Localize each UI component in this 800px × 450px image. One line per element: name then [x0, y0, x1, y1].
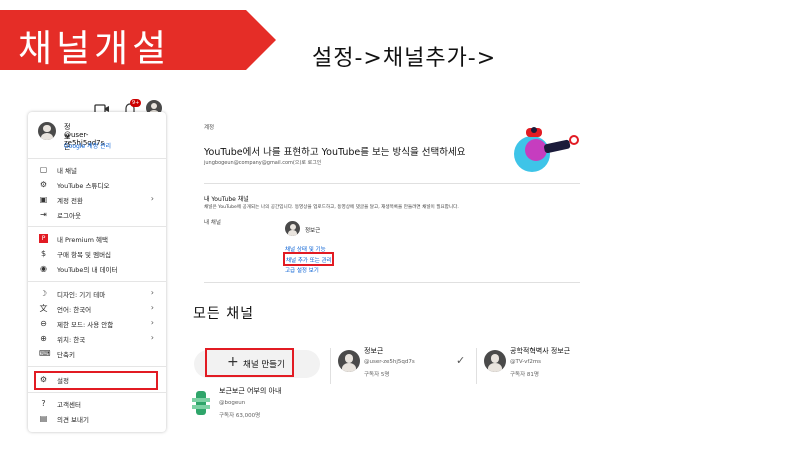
title-banner: 채널개설 [0, 6, 276, 74]
my-channel-avatar [285, 221, 300, 236]
menu-item-location[interactable]: ⊕ 위치: 한국 › [28, 332, 166, 346]
selected-check-icon: ✓ [456, 354, 466, 367]
notification-badge: 9+ [130, 99, 142, 107]
purchases-icon: $ [40, 249, 47, 258]
location-icon: ⊕ [40, 334, 47, 343]
your-data-icon: ◉ [40, 264, 47, 273]
switch-account-icon: ▣ [39, 195, 48, 204]
create-channel-highlight-box [205, 348, 294, 377]
instruction-caption: 설정->채널추가-> [312, 46, 497, 71]
channel-name: 정보근 [364, 347, 384, 355]
channel-avatar [338, 350, 360, 372]
menu-item-appearance[interactable]: ☽ 디자인: 기기 테마 › [28, 287, 166, 301]
channel-card[interactable]: 공학적혁벽사 정보근 @TV-vf2ms 구독자 81명 [484, 346, 594, 382]
banner-title: 채널개설 [18, 27, 171, 70]
menu-item-restricted-mode[interactable]: ⊖ 제한 모드: 사용 안함 › [28, 317, 166, 331]
your-channel-description: 채널은 YouTube에 공개되는 나의 공간입니다. 동영상을 업로드하고, … [204, 205, 459, 210]
channel-avatar [484, 350, 506, 372]
appearance-icon: ☽ [39, 289, 48, 298]
channel-card[interactable]: 보근보근 어부의 아내 @bogeun 구독자 63,000명 [192, 384, 328, 428]
column-divider [330, 348, 331, 384]
keyboard-icon: ⌨ [39, 349, 51, 358]
person-icon: ▢ [39, 165, 48, 174]
channel-subscribers: 구독자 63,000명 [219, 413, 261, 419]
channel-name: 공학적혁벽사 정보근 [510, 347, 571, 355]
column-divider [476, 348, 477, 384]
add-manage-highlight-box [283, 252, 334, 266]
studio-icon: ⚙ [39, 180, 48, 189]
menu-item-purchases[interactable]: $ 구매 항목 및 멤버십 [28, 247, 166, 261]
channel-subscribers: 구독자 5명 [364, 372, 390, 378]
premium-icon: P [39, 234, 48, 243]
menu-item-premium[interactable]: P내 Premium 혜택 [28, 232, 166, 246]
menu-item-feedback[interactable]: ▤ 의견 보내기 [28, 412, 166, 426]
menu-item-your-channel[interactable]: ▢ 내 채널 [28, 163, 166, 177]
manage-google-account-link[interactable]: Google 계정 관리 [64, 141, 111, 150]
menu-item-logout[interactable]: ⇥ 로그아웃 [28, 208, 166, 222]
divider [204, 183, 580, 184]
help-icon: ? [41, 399, 46, 408]
menu-item-language[interactable]: 文 언어: 한국어 › [28, 302, 166, 316]
your-channel-title: 내 YouTube 채널 [204, 196, 249, 203]
section-label-account: 계정 [204, 125, 215, 131]
menu-item-switch-account[interactable]: ▣ 계정 전환 › [28, 193, 166, 207]
channel-handle: @TV-vf2ms [510, 359, 542, 365]
menu-item-help[interactable]: ? 고객센터 [28, 397, 166, 411]
settings-headline: YouTube에서 나를 표현하고 YouTube를 보는 방식을 선택하세요 [204, 147, 466, 158]
channel-logo-icon [192, 391, 210, 415]
logout-icon: ⇥ [40, 210, 47, 219]
channel-card[interactable]: 정보근 @user-ze5hj5qd7s 구독자 5명 ✓ [338, 346, 474, 382]
my-channel-name: 정보근 [305, 228, 321, 234]
all-channels-title: 모든 채널 [193, 306, 254, 322]
menu-divider [28, 158, 166, 159]
menu-divider [28, 226, 166, 227]
channel-handle: @bogeun [219, 400, 246, 406]
language-icon: 文 [39, 304, 48, 313]
restricted-mode-icon: ⊖ [40, 319, 47, 328]
settings-highlight-box [34, 371, 158, 390]
menu-item-shortcuts[interactable]: ⌨ 단축키 [28, 347, 166, 361]
menu-divider [28, 281, 166, 282]
menu-item-studio[interactable]: ⚙ YouTube 스튜디오 [28, 178, 166, 192]
channel-handle: @user-ze5hj5qd7s [364, 359, 415, 365]
menu-divider [28, 366, 166, 367]
signed-in-account: jungbogeun@company@gmail.com(으)로 로그인 [204, 160, 322, 166]
menu-item-your-data[interactable]: ◉ YouTube의 내 데이터 [28, 262, 166, 276]
profile-avatar [38, 122, 56, 140]
feedback-icon: ▤ [39, 414, 48, 423]
my-channel-label: 내 채널 [204, 220, 221, 226]
channel-subscribers: 구독자 81명 [510, 372, 539, 378]
advanced-settings-link[interactable]: 고급 설정 보기 [285, 266, 319, 274]
divider [204, 282, 580, 283]
menu-divider [28, 392, 166, 393]
settings-illustration [514, 127, 579, 172]
channel-name: 보근보근 어부의 아내 [219, 387, 282, 395]
